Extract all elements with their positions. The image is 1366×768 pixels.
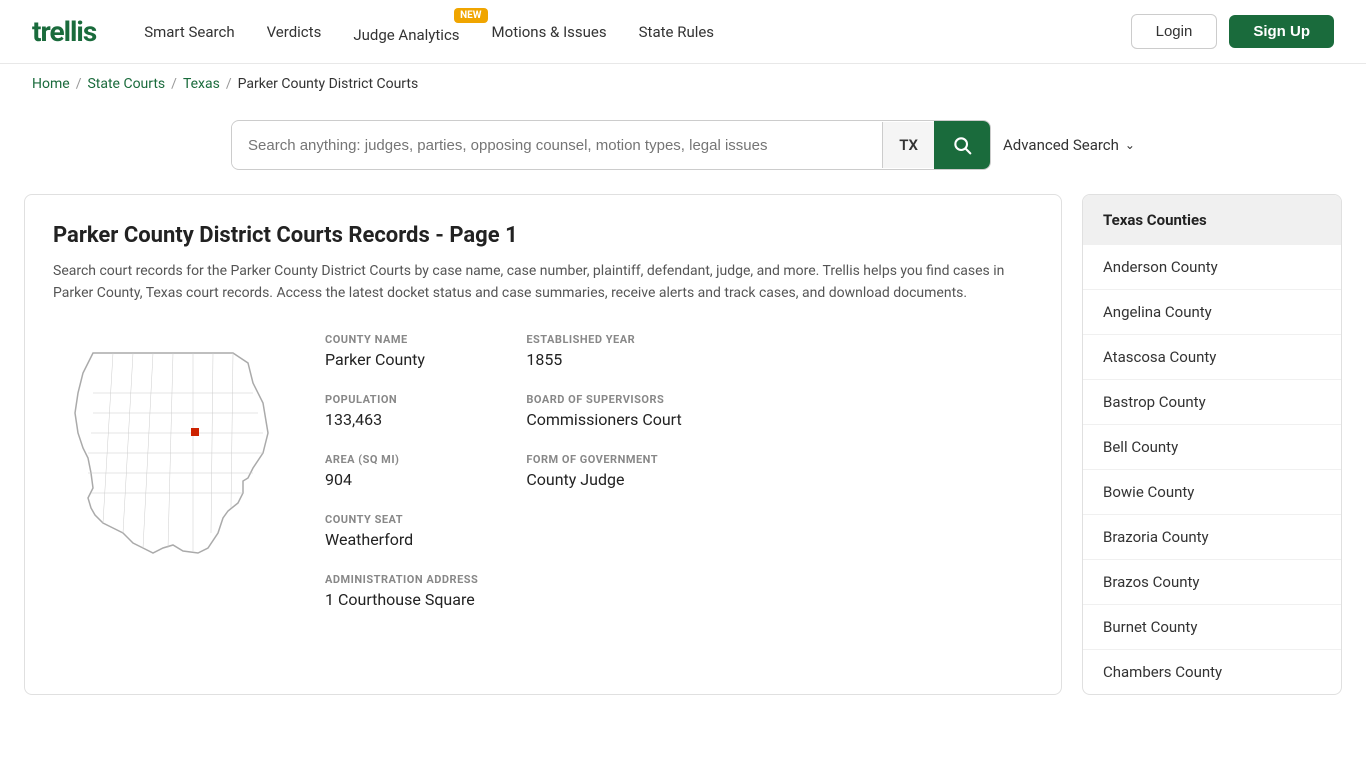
- sidebar-item-atascosa[interactable]: Atascosa County: [1083, 335, 1341, 380]
- breadcrumb-sep-2: /: [171, 76, 177, 92]
- search-state: TX: [882, 122, 934, 168]
- sidebar-item-anderson[interactable]: Anderson County: [1083, 245, 1341, 290]
- area-item: AREA (SQ MI) 904: [325, 453, 478, 489]
- sidebar-item-bastrop[interactable]: Bastrop County: [1083, 380, 1341, 425]
- content-card: Parker County District Courts Records - …: [24, 194, 1062, 695]
- county-info: COUNTY NAME Parker County POPULATION 133…: [53, 333, 1033, 609]
- main-layout: Parker County District Courts Records - …: [0, 194, 1366, 719]
- nav-smart-search[interactable]: Smart Search: [144, 23, 234, 41]
- signup-button[interactable]: Sign Up: [1229, 15, 1334, 48]
- population-item: POPULATION 133,463: [325, 393, 478, 429]
- new-badge: NEW: [454, 8, 487, 23]
- login-button[interactable]: Login: [1131, 14, 1218, 49]
- breadcrumb-state-courts[interactable]: State Courts: [87, 76, 165, 92]
- advanced-search-toggle[interactable]: Advanced Search ⌄: [1003, 136, 1135, 154]
- texas-map-svg: [53, 333, 293, 573]
- sidebar-item-chambers[interactable]: Chambers County: [1083, 650, 1341, 694]
- board-item: BOARD OF SUPERVISORS Commissioners Court: [526, 393, 681, 429]
- breadcrumb-home[interactable]: Home: [32, 76, 70, 92]
- breadcrumb-sep-1: /: [76, 76, 82, 92]
- nav-verdicts[interactable]: Verdicts: [267, 23, 322, 41]
- page-title: Parker County District Courts Records - …: [53, 223, 1033, 248]
- breadcrumb-current: Parker County District Courts: [238, 76, 419, 92]
- sidebar-item-brazoria[interactable]: Brazoria County: [1083, 515, 1341, 560]
- search-input[interactable]: [232, 123, 882, 168]
- sidebar-item-burnet[interactable]: Burnet County: [1083, 605, 1341, 650]
- header: trellis Smart Search Verdicts Judge Anal…: [0, 0, 1366, 64]
- search-area: TX Advanced Search ⌄: [0, 104, 1366, 194]
- nav-state-rules[interactable]: State Rules: [639, 23, 714, 41]
- breadcrumb-state[interactable]: Texas: [183, 76, 220, 92]
- nav-judge-analytics[interactable]: Judge Analytics NEW: [353, 20, 459, 44]
- sidebar-item-angelina[interactable]: Angelina County: [1083, 290, 1341, 335]
- county-details: COUNTY NAME Parker County POPULATION 133…: [325, 333, 1033, 609]
- header-actions: Login Sign Up: [1131, 14, 1334, 49]
- sidebar-item-bowie[interactable]: Bowie County: [1083, 470, 1341, 515]
- detail-col-left: COUNTY NAME Parker County POPULATION 133…: [325, 333, 478, 609]
- county-map: [53, 333, 293, 577]
- county-name-item: COUNTY NAME Parker County: [325, 333, 478, 369]
- search-icon: [952, 135, 972, 155]
- sidebar: Texas Counties Anderson County Angelina …: [1082, 194, 1342, 695]
- logo[interactable]: trellis: [32, 15, 96, 48]
- breadcrumb-sep-3: /: [226, 76, 232, 92]
- sidebar-header: Texas Counties: [1083, 195, 1341, 245]
- chevron-down-icon: ⌄: [1125, 138, 1135, 152]
- county-marker: [191, 428, 199, 436]
- form-item: FORM OF GOVERNMENT County Judge: [526, 453, 681, 489]
- sidebar-item-brazos[interactable]: Brazos County: [1083, 560, 1341, 605]
- sidebar-item-bell[interactable]: Bell County: [1083, 425, 1341, 470]
- page-description: Search court records for the Parker Coun…: [53, 260, 1033, 305]
- main-nav: Smart Search Verdicts Judge Analytics NE…: [144, 20, 714, 44]
- detail-col-right: ESTABLISHED YEAR 1855 BOARD OF SUPERVISO…: [526, 333, 681, 609]
- breadcrumb: Home / State Courts / Texas / Parker Cou…: [0, 64, 1366, 104]
- seat-item: COUNTY SEAT Weatherford: [325, 513, 478, 549]
- search-bar: TX: [231, 120, 991, 170]
- established-item: ESTABLISHED YEAR 1855: [526, 333, 681, 369]
- address-item: ADMINISTRATION ADDRESS 1 Courthouse Squa…: [325, 573, 478, 609]
- nav-motions-issues[interactable]: Motions & Issues: [492, 23, 607, 41]
- search-button[interactable]: [934, 121, 990, 169]
